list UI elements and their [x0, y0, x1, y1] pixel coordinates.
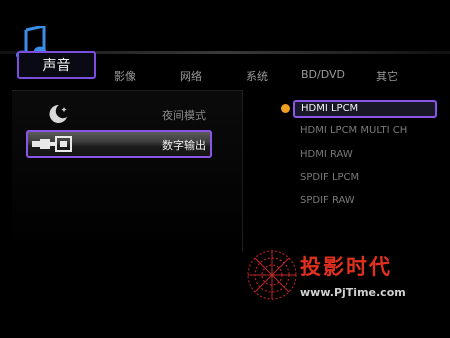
digital-plug-icon — [32, 136, 72, 152]
watermark-url: www.PjTime.com — [300, 286, 406, 299]
option-hdmi-lpcm[interactable]: HDMI LPCM — [293, 100, 437, 118]
tab-system[interactable]: 系统 — [246, 68, 268, 84]
setting-night-mode[interactable]: 夜间模式 — [26, 100, 212, 128]
setting-digital-output[interactable]: 数字输出 — [26, 130, 212, 158]
option-spdif-raw[interactable]: SPDIF RAW — [300, 195, 355, 206]
tab-bd-dvd[interactable]: BD/DVD — [301, 68, 345, 81]
option-hdmi-raw[interactable]: HDMI RAW — [300, 149, 353, 160]
tab-audio[interactable]: 声音 — [17, 51, 96, 79]
moon-icon — [49, 104, 67, 123]
tab-other[interactable]: 其它 — [376, 68, 398, 84]
tab-video[interactable]: 影像 — [114, 68, 136, 84]
option-spdif-lpcm[interactable]: SPDIF LPCM — [300, 172, 359, 183]
tab-network[interactable]: 网络 — [180, 68, 202, 84]
setting-label: 数字输出 — [162, 139, 206, 152]
selected-bullet-icon — [281, 104, 290, 113]
setting-label: 夜间模式 — [162, 109, 206, 122]
option-hdmi-lpcm-multi-ch[interactable]: HDMI LPCM MULTI CH — [300, 125, 407, 136]
watermark-text: 投影时代 — [300, 255, 392, 279]
